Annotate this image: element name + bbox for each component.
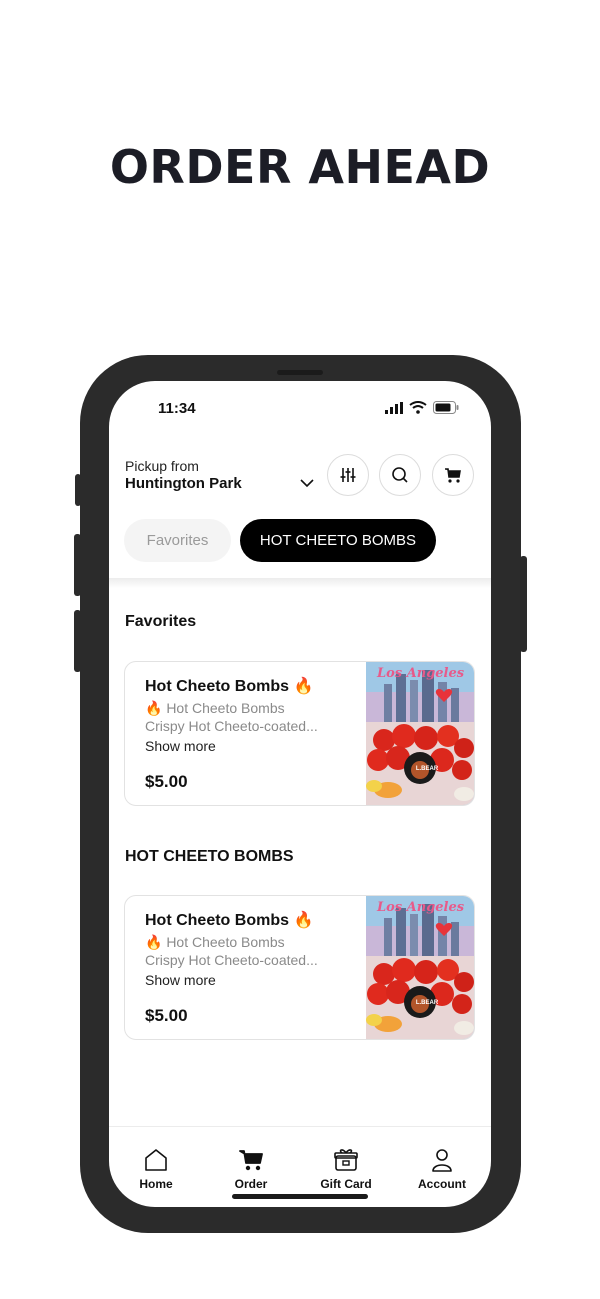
nav-item-home[interactable]: Home <box>116 1147 196 1191</box>
account-icon <box>432 1149 452 1172</box>
cart-icon <box>239 1150 263 1171</box>
section-title-favorites: Favorites <box>125 613 197 630</box>
page-headline: ORDER AHEAD <box>109 140 491 194</box>
cellular-signal-icon <box>385 401 403 414</box>
item-price: $5.00 <box>145 772 188 791</box>
filter-icon <box>340 468 356 482</box>
item-image-text: Los Angeles <box>377 900 465 915</box>
home-icon <box>145 1149 167 1171</box>
nav-label-order: Order <box>234 1177 268 1191</box>
tab-hot-cheeto-bombs[interactable]: HOT CHEETO BOMBS <box>240 519 436 562</box>
item-image-badge: L.BEAR <box>415 1000 439 1006</box>
section-title-hot-cheeto-bombs: HOT CHEETO BOMBS <box>125 848 294 865</box>
item-image <box>366 896 474 1039</box>
item-description: Crispy Hot Cheeto-coated... <box>145 952 318 968</box>
cart-icon <box>445 468 461 483</box>
item-subtitle: 🔥 Hot Cheeto Bombs <box>145 934 285 950</box>
home-indicator <box>232 1194 368 1199</box>
item-description: Crispy Hot Cheeto-coated... <box>145 718 318 734</box>
nav-label-gift-card: Gift Card <box>320 1177 372 1191</box>
tab-favorites[interactable]: Favorites <box>124 519 231 562</box>
status-time: 11:34 <box>158 400 196 417</box>
item-name: Hot Cheeto Bombs 🔥 <box>145 912 314 929</box>
status-icons <box>385 401 459 414</box>
battery-icon <box>433 401 459 414</box>
tabs-divider <box>109 578 491 588</box>
nav-item-gift-card[interactable]: Gift Card <box>306 1147 386 1191</box>
item-image-text: Los Angeles <box>377 666 465 681</box>
item-image-badge: L.BEAR <box>415 766 439 772</box>
nav-item-order[interactable]: Order <box>211 1147 291 1191</box>
pickup-label: Pickup from <box>125 458 199 474</box>
show-more-link[interactable]: Show more <box>145 972 216 988</box>
bottom-nav-divider <box>109 1126 491 1127</box>
item-image <box>366 662 474 805</box>
nav-item-account[interactable]: Account <box>402 1147 482 1191</box>
gift-card-icon <box>334 1149 358 1171</box>
item-subtitle: 🔥 Hot Cheeto Bombs <box>145 700 285 716</box>
side-button-power <box>520 556 527 652</box>
search-button[interactable] <box>379 454 421 496</box>
item-price: $5.00 <box>145 1006 188 1025</box>
menu-item-card[interactable]: Hot Cheeto Bombs 🔥 🔥 Hot Cheeto Bombs Cr… <box>124 661 475 806</box>
chevron-down-icon[interactable] <box>299 477 315 489</box>
search-icon <box>392 467 408 483</box>
filter-button[interactable] <box>327 454 369 496</box>
cart-button[interactable] <box>432 454 474 496</box>
wifi-icon <box>409 401 427 414</box>
phone-speaker <box>277 370 323 375</box>
nav-label-home: Home <box>139 1177 173 1191</box>
show-more-link[interactable]: Show more <box>145 738 216 754</box>
nav-label-account: Account <box>418 1177 466 1191</box>
phone-screen: 11:34 Pickup from Huntington Park Favori… <box>109 381 491 1207</box>
item-name: Hot Cheeto Bombs 🔥 <box>145 678 314 695</box>
pickup-location[interactable]: Huntington Park <box>125 475 242 492</box>
menu-item-card[interactable]: Hot Cheeto Bombs 🔥 🔥 Hot Cheeto Bombs Cr… <box>124 895 475 1040</box>
